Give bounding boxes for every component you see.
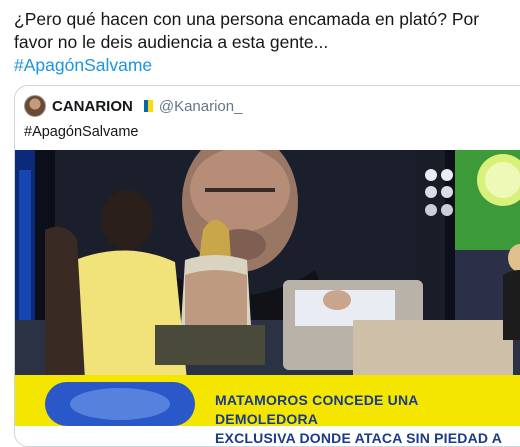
tweet-text-line-2: favor no le deis audiencia a esta gente.… xyxy=(14,32,329,52)
quoted-handle[interactable]: @Kanarion_ xyxy=(159,98,243,115)
quoted-tweet-card[interactable]: CANARION @Kanarion_ #ApagónSalvame MATAM… xyxy=(14,85,520,447)
quoted-tweet-text: #ApagónSalvame xyxy=(24,124,139,140)
tv-studio-image xyxy=(15,150,520,426)
banner-line-1: MATAMOROS CONCEDE UNA DEMOLEDORA xyxy=(215,392,419,427)
quoted-display-name[interactable]: CANARION xyxy=(52,98,133,115)
avatar[interactable] xyxy=(24,95,46,117)
tweet-text: ¿Pero qué hacen con una persona encamada… xyxy=(14,8,518,77)
tweet-text-line-1: ¿Pero qué hacen con una persona encamada… xyxy=(14,9,480,29)
quoted-tweet-media[interactable] xyxy=(15,150,520,426)
quoted-tweet-header: CANARION @Kanarion_ xyxy=(24,95,242,117)
banner-line-2: EXCLUSIVA DONDE ATACA SIN PIEDAD A SUS xyxy=(215,430,502,446)
canary-islands-flag-icon xyxy=(138,100,153,112)
tweet-hashtag-link[interactable]: #ApagónSalvame xyxy=(14,54,518,77)
media-banner-text: MATAMOROS CONCEDE UNA DEMOLEDORA EXCLUSI… xyxy=(215,391,515,446)
